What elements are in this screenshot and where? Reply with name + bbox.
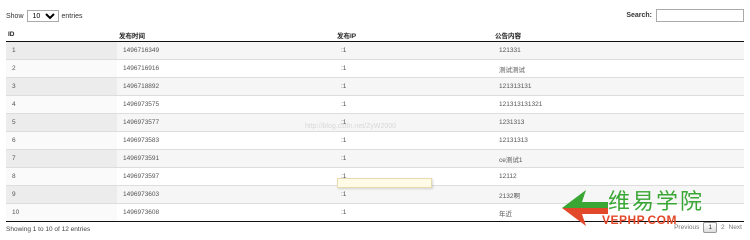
cell-id: 9 [6,185,117,204]
cell-ip: :1 [335,95,493,114]
show-label: Show [6,12,24,20]
cell-time: 1496718892 [117,77,335,96]
cell-id: 5 [6,113,117,132]
cell-time: 1496973575 [117,95,335,114]
table-row: 4 1496973575:1 121313131321 [6,95,744,114]
table-info: Showing 1 to 10 of 12 entries [6,226,91,233]
cell-id: 7 [6,149,117,168]
cell-id: 3 [6,77,117,96]
search-control: Search: [626,9,744,22]
cell-time: 1496973583 [117,131,335,150]
cell-time: 1496716349 [117,41,335,60]
cell-ip: :1 [335,185,493,204]
logo-english-text: VEPHP.COM [602,213,677,227]
cell-id: 10 [6,203,117,222]
cell-content: ce测试1 [493,149,744,168]
table-row: 2 1496716916:1 测试测试 [6,59,744,78]
cell-id: 2 [6,59,117,78]
cell-time: 1496973608 [117,203,335,222]
cell-time: 1496973597 [117,167,335,186]
cell-content: 12112 [493,167,744,186]
cell-ip: :1 [335,41,493,60]
cell-ip: :1 [335,131,493,150]
search-input[interactable] [656,9,744,22]
column-header-ip[interactable]: 发布IP [335,28,493,42]
cell-time: 1496716916 [117,59,335,78]
logo-chinese-text: 维易学院 [608,190,705,215]
cell-content: 1231313 [493,113,744,132]
column-header-content[interactable]: 公告内容 [493,28,744,42]
watermark-logo: 维易学院 VEPHP.COM [560,184,745,234]
cell-ip: :1 [335,59,493,78]
page-length-select[interactable]: 10 [26,10,59,22]
column-header-time[interactable]: 发布时间 [117,28,335,42]
table-controls: Show 10 entries Search: [0,0,750,28]
table-row: 1 1496716349:1 121331 [6,41,744,60]
cell-ip: :1 [335,77,493,96]
table-row: 3 1496718892:1 121313131 [6,77,744,96]
table-header-row: ID 发布时间 发布IP 公告内容 [6,28,744,42]
table-row: 7 1496973591:1 ce测试1 [6,149,744,168]
cell-content: 121331 [493,41,744,60]
table-row: 6 1496973583:1 12131313 [6,131,744,150]
cell-id: 4 [6,95,117,114]
page-length-control: Show 10 entries [6,10,83,22]
column-header-id[interactable]: ID [6,28,117,42]
cell-id: 6 [6,131,117,150]
cell-time: 1496973591 [117,149,335,168]
tooltip-box [337,178,432,188]
cell-ip: :1 [335,149,493,168]
cell-content: 12131313 [493,131,744,150]
cell-time: 1496973603 [117,185,335,204]
watermark-url: http://blog.csdn.net/ZyW2000 [305,123,397,130]
entries-label: entries [61,12,83,20]
cell-ip: :1 [335,203,493,222]
search-label: Search: [626,12,652,19]
cell-content: 121313131 [493,77,744,96]
cell-content: 121313131321 [493,95,744,114]
cell-id: 1 [6,41,117,60]
cell-id: 8 [6,167,117,186]
cell-time: 1496973577 [117,113,335,132]
cell-content: 测试测试 [493,59,744,78]
